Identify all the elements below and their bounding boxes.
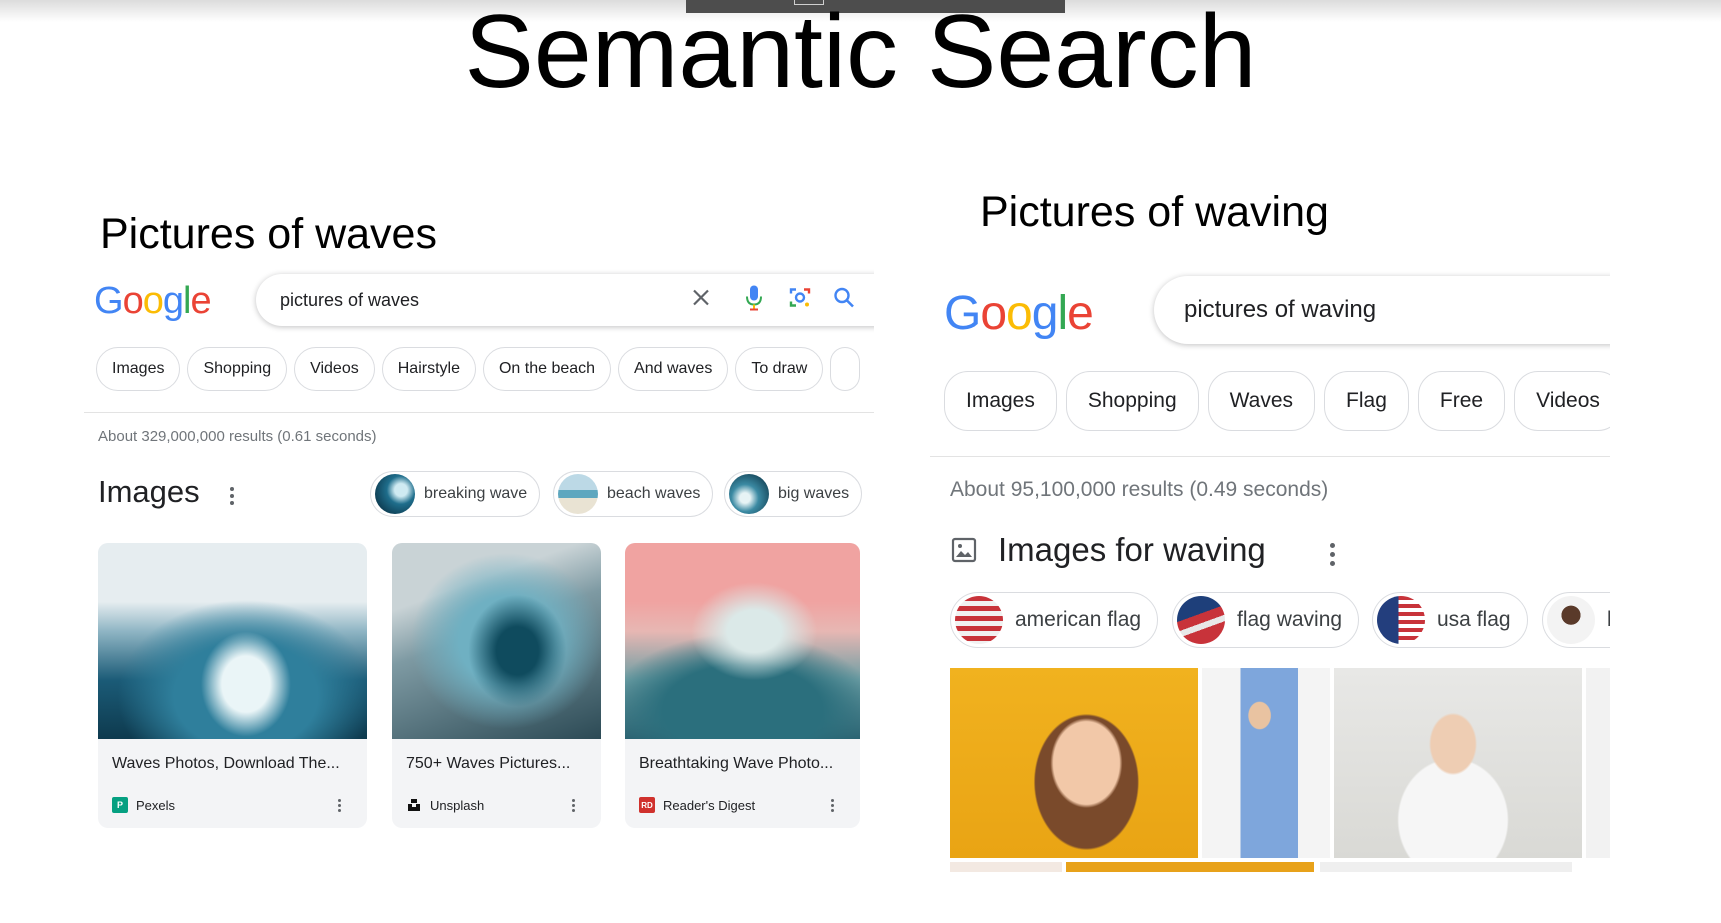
images-section-title: Images [98, 474, 200, 509]
microphone-icon[interactable] [744, 284, 764, 317]
related-chip-american-flag[interactable]: american flag [950, 592, 1159, 648]
images-section-title: Images for waving [998, 531, 1266, 568]
google-logo[interactable]: Google [94, 280, 212, 323]
left-google-screenshot: Google pictures of waves Images Shopping… [84, 268, 874, 848]
wave-photo[interactable] [98, 543, 367, 739]
related-label: usa flag [1437, 608, 1511, 631]
more-options-icon[interactable] [1330, 543, 1335, 566]
result-count: About 329,000,000 results (0.61 seconds) [98, 428, 377, 445]
card-title[interactable]: 750+ Waves Pictures... [406, 755, 570, 773]
american-flag-thumbnail [955, 596, 1003, 644]
filter-chips: Images Shopping Waves Flag Free Videos [944, 371, 1610, 431]
related-chip-beach-waves[interactable]: beach waves [553, 471, 714, 517]
card-source[interactable]: Unsplash [406, 797, 484, 813]
card-title[interactable]: Waves Photos, Download The... [112, 755, 340, 773]
beach-waves-thumbnail [558, 474, 598, 514]
search-icon[interactable] [832, 286, 856, 315]
search-box[interactable]: pictures of waving [1154, 276, 1610, 344]
chip-to-draw[interactable]: To draw [735, 347, 824, 391]
image-result-card[interactable]: Waves Photos, Download The... P Pexels [98, 543, 367, 828]
chip-free[interactable]: Free [1417, 371, 1506, 431]
search-input[interactable]: pictures of waving [1184, 296, 1376, 324]
clear-icon[interactable] [690, 287, 712, 314]
wave-photo[interactable] [625, 543, 860, 739]
card-source[interactable]: P Pexels [112, 797, 175, 813]
related-chip-usa-flag[interactable]: usa flag [1372, 592, 1528, 648]
partial-photo[interactable] [1066, 862, 1314, 872]
related-label: b [1607, 608, 1610, 632]
divider [930, 456, 1610, 457]
chip-shopping[interactable]: Shopping [1065, 371, 1199, 431]
search-input[interactable]: pictures of waves [280, 290, 419, 311]
person-thumbnail [1547, 596, 1595, 644]
chip-images[interactable]: Images [944, 371, 1057, 431]
related-label: breaking wave [424, 485, 528, 502]
flag-waving-thumbnail [1177, 596, 1225, 644]
unsplash-favicon-icon [406, 797, 422, 813]
readers-digest-favicon-icon: RD [639, 797, 655, 813]
chip-waves[interactable]: Waves [1207, 371, 1316, 431]
chip-images[interactable]: Images [96, 347, 181, 391]
chip-overflow[interactable] [830, 347, 861, 391]
related-label: big waves [778, 485, 850, 502]
partial-photo[interactable] [1586, 668, 1610, 858]
partial-photo[interactable] [1320, 862, 1572, 872]
wave-photo[interactable] [392, 543, 601, 739]
partial-photo[interactable] [950, 862, 1062, 872]
usa-flag-thumbnail [1377, 596, 1425, 644]
google-logo[interactable]: Google [944, 286, 1094, 341]
card-source[interactable]: RD Reader's Digest [639, 797, 755, 813]
card-more-options-icon[interactable] [831, 799, 834, 812]
related-chip-flag-waving[interactable]: flag waving [1172, 592, 1360, 648]
woman-waving-photo[interactable] [1334, 668, 1582, 858]
big-waves-thumbnail [729, 474, 769, 514]
related-chip-breaking-wave[interactable]: breaking wave [370, 471, 541, 517]
girl-waving-photo[interactable] [950, 668, 1198, 858]
right-google-screenshot: Google pictures of waving Images Shoppin… [930, 268, 1610, 878]
related-chip-big-waves[interactable]: big waves [724, 471, 863, 517]
pexels-favicon-icon: P [112, 797, 128, 813]
chip-hairstyle[interactable]: Hairstyle [381, 347, 476, 391]
man-waving-photo[interactable] [1202, 668, 1330, 858]
related-label: beach waves [607, 485, 701, 502]
search-box[interactable]: pictures of waves [256, 274, 874, 326]
image-result-card[interactable]: 750+ Waves Pictures... Unsplash [392, 543, 601, 828]
chip-shopping[interactable]: Shopping [187, 347, 288, 391]
image-icon [950, 536, 978, 569]
chip-and-waves[interactable]: And waves [618, 347, 729, 391]
filter-chips: Images Shopping Videos Hairstyle On the … [96, 347, 861, 391]
breaking-wave-thumbnail [375, 474, 415, 514]
related-chip-partial[interactable]: b [1542, 592, 1610, 648]
related-label: american flag [1015, 608, 1142, 631]
chip-videos[interactable]: Videos [294, 347, 375, 391]
related-label: flag waving [1237, 608, 1343, 631]
result-count: About 95,100,000 results (0.49 seconds) [950, 478, 1329, 501]
lens-camera-icon[interactable] [788, 286, 812, 315]
card-title[interactable]: Breathtaking Wave Photo... [639, 755, 833, 773]
source-name: Pexels [136, 797, 176, 813]
source-name: Reader's Digest [663, 797, 756, 813]
more-options-icon[interactable] [230, 487, 234, 505]
chip-flag[interactable]: Flag [1324, 371, 1409, 431]
right-panel-heading: Pictures of waving [980, 188, 1329, 236]
left-panel-heading: Pictures of waves [100, 210, 437, 258]
card-more-options-icon[interactable] [572, 799, 575, 812]
slide-title: Semantic Search [464, 0, 1257, 110]
card-more-options-icon[interactable] [338, 799, 341, 812]
chip-videos[interactable]: Videos [1514, 371, 1610, 431]
divider [84, 412, 874, 413]
chip-on-the-beach[interactable]: On the beach [482, 347, 612, 391]
image-result-card[interactable]: Breathtaking Wave Photo... RD Reader's D… [625, 543, 860, 828]
source-name: Unsplash [430, 797, 485, 813]
